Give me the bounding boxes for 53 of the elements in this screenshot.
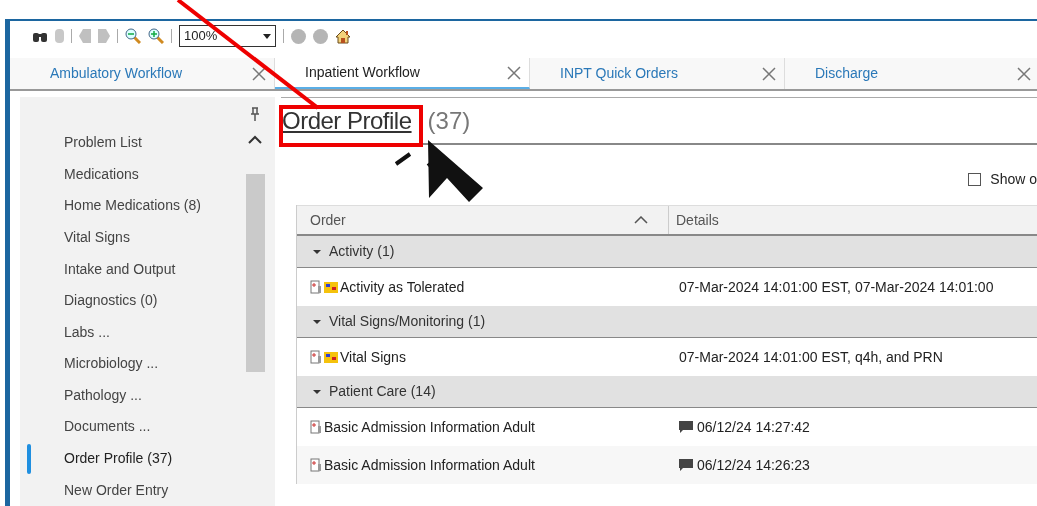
sidebar-item[interactable]: Home Medications (8) [64, 195, 201, 217]
dropdown-caret-icon [263, 33, 271, 39]
document-icon [310, 350, 322, 364]
order-name: Activity as Tolerated [340, 277, 465, 297]
close-icon[interactable] [252, 66, 266, 81]
workflow-tab[interactable]: Discharge [785, 58, 1037, 89]
order-count: (37) [427, 105, 471, 136]
close-icon[interactable] [1017, 66, 1031, 81]
group-row[interactable]: Patient Care (14) [297, 376, 1037, 408]
group-row[interactable]: Vital Signs/Monitoring (1) [297, 306, 1037, 338]
order-details: 07-Mar-2024 14:01:00 EST, 07-Mar-2024 14:01:00 [679, 277, 994, 297]
close-icon[interactable] [762, 66, 776, 81]
workflow-tab[interactable]: INPT Quick Orders [530, 58, 785, 89]
group-row[interactable]: Activity (1) [297, 236, 1037, 268]
sidebar-item[interactable]: Medications [64, 163, 139, 185]
pin-icon[interactable] [251, 107, 259, 121]
sidebar-item[interactable]: Order Profile (37) [64, 448, 173, 470]
expanded-caret-icon[interactable] [313, 247, 321, 256]
sidebar-item[interactable]: New Order Entry [64, 479, 169, 501]
document-icon [310, 458, 322, 472]
scroll-up-icon[interactable] [248, 135, 262, 144]
expanded-caret-icon[interactable] [313, 387, 321, 396]
expanded-caret-icon[interactable] [313, 317, 321, 326]
scrollbar-thumb[interactable] [245, 174, 265, 372]
sidebar-item[interactable]: Pathology ... [64, 384, 142, 406]
order-details: 06/12/24 14:27:42 [697, 417, 810, 437]
sidebar-item[interactable]: Microbiology ... [64, 353, 159, 375]
document-icon [310, 280, 322, 294]
page-title[interactable]: Order Profile [282, 102, 412, 139]
order-name: Basic Admission Information Adult [324, 455, 535, 475]
sidebar-item[interactable]: Intake and Output [64, 258, 176, 280]
order-name: Basic Admission Information Adult [324, 417, 535, 437]
close-icon[interactable] [507, 65, 521, 80]
checkbox-label: Show o [990, 169, 1037, 189]
zoom-out-icon[interactable] [125, 28, 141, 44]
zoom-in-icon[interactable] [148, 28, 164, 44]
zoom-dropdown[interactable]: 100% [179, 25, 276, 47]
workflow-tab[interactable]: Inpatient Workflow [275, 58, 530, 89]
order-details: 07-Mar-2024 14:01:00 EST, q4h, and PRN [679, 347, 943, 367]
column-header[interactable]: Order [297, 206, 669, 234]
sidebar-item[interactable]: Diagnostics (0) [64, 290, 158, 312]
home-icon[interactable] [335, 28, 351, 44]
sidebar-item[interactable]: Vital Signs [64, 227, 130, 248]
sort-up-icon [634, 216, 648, 224]
sidebar-item[interactable]: Problem List [64, 132, 142, 154]
order-details: 06/12/24 14:26:23 [697, 455, 810, 475]
order-name: Vital Signs [340, 347, 406, 367]
cursor-icon [426, 138, 486, 204]
sidebar-item[interactable]: Documents ... [64, 416, 151, 438]
sidebar-item[interactable]: Labs ... [64, 321, 110, 343]
show-checkbox[interactable] [968, 172, 982, 186]
column-header[interactable]: Details [669, 206, 1037, 234]
document-icon [310, 420, 322, 434]
